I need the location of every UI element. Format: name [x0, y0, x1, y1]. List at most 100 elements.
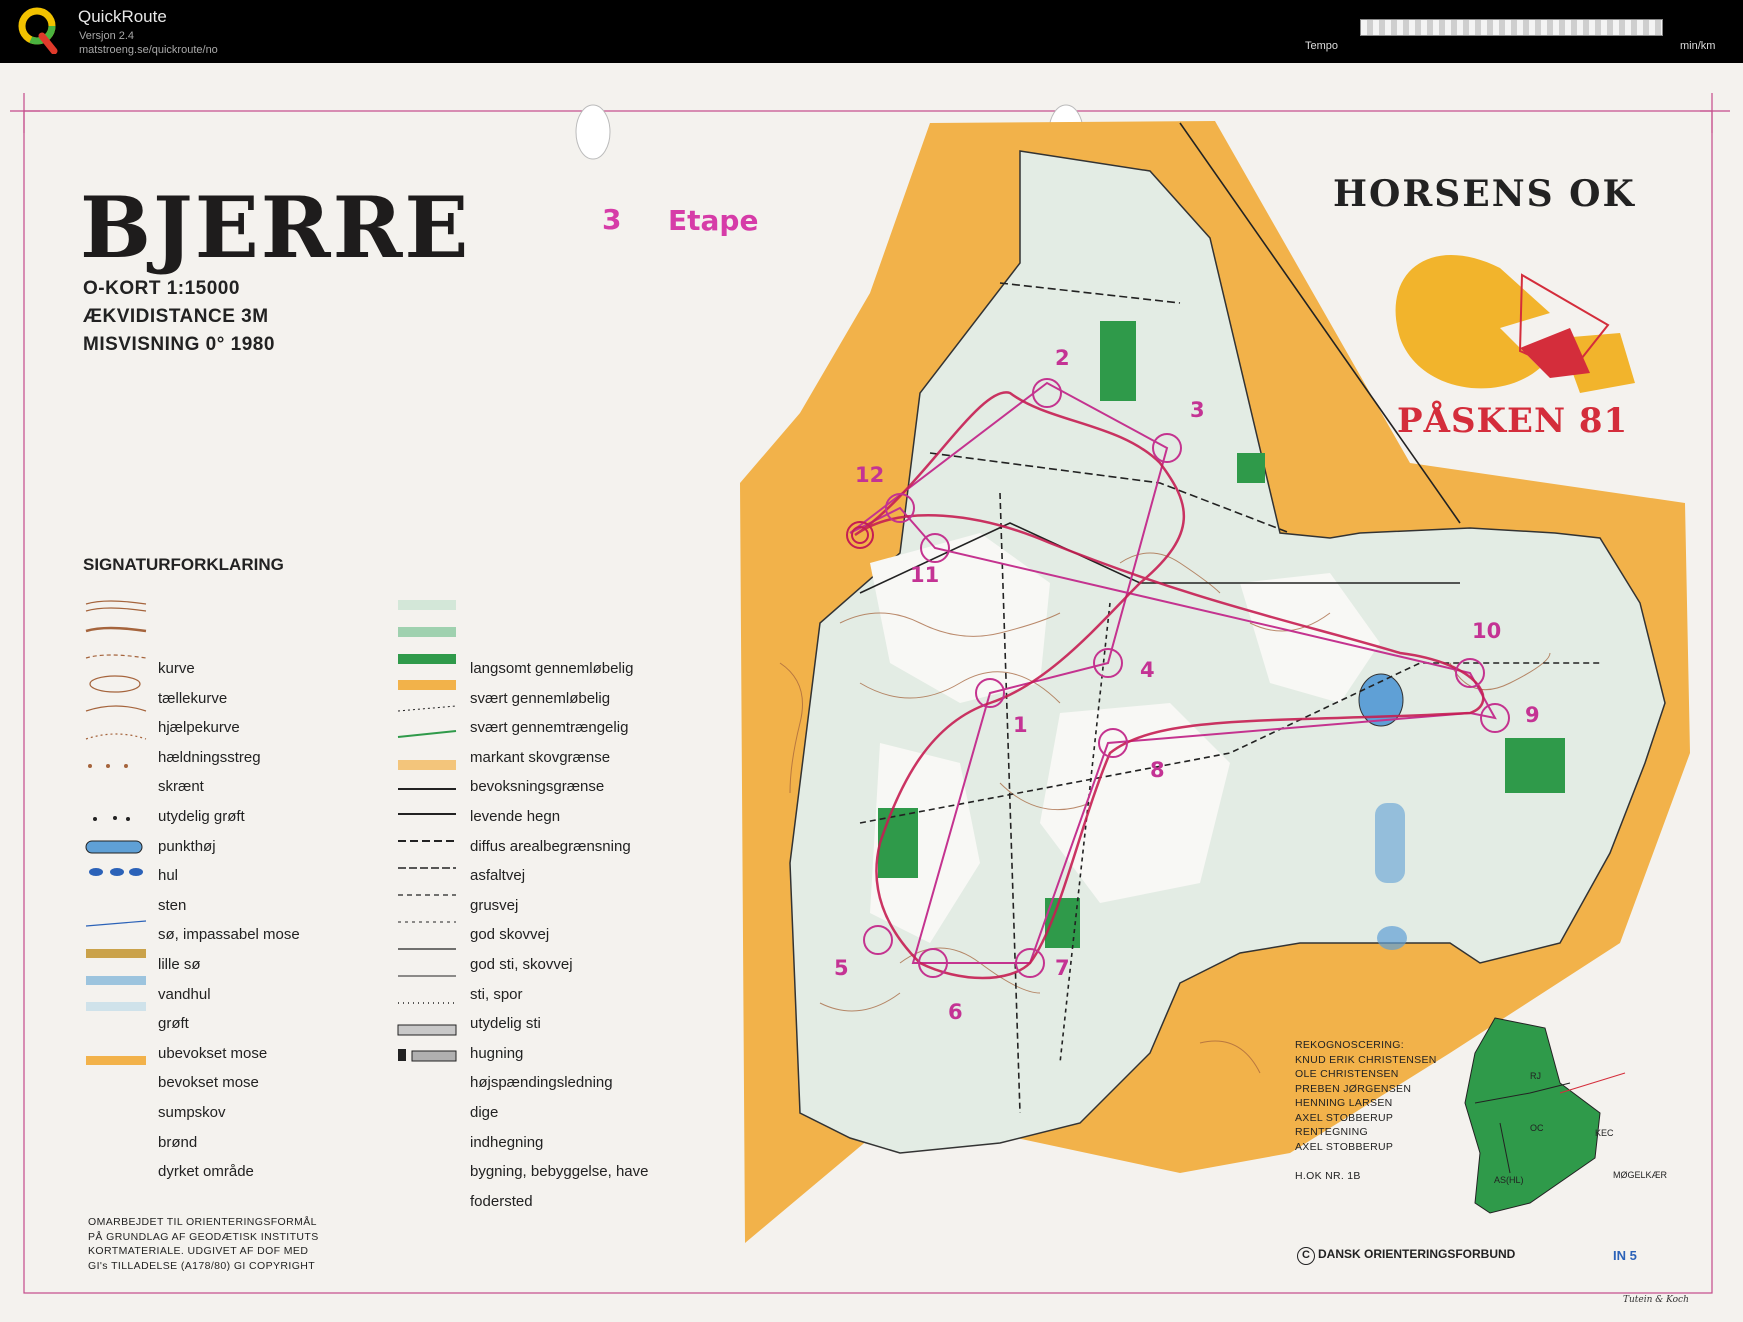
map-credits: REKOGNOSCERING: KNUD ERIK CHRISTENSEN OLE …: [1295, 1038, 1437, 1183]
legend-item: grøft: [158, 1015, 189, 1033]
credit-line: [1295, 1154, 1437, 1169]
app-url[interactable]: matstroeng.se/quickroute/no: [79, 44, 218, 56]
legend-item: god sti, skovvej: [470, 956, 573, 973]
legend-item: svært gennemtrængelig: [470, 719, 629, 737]
pace-scale-unit: min/km: [1680, 40, 1716, 52]
pace-scale-label: Tempo: [1305, 40, 1339, 52]
copyright-icon: C: [1297, 1247, 1315, 1265]
legend-item: sti, spor: [470, 985, 523, 1003]
stage-label: Etape: [668, 204, 759, 237]
credit-line: REKOGNOSCERING:: [1295, 1039, 1404, 1051]
map-scale: O-KORT 1:15000: [83, 278, 240, 299]
legend-item: punkthøj: [158, 837, 216, 855]
credit-line: PREBEN JØRGENSEN: [1295, 1082, 1412, 1095]
green-area: [1100, 321, 1136, 401]
sheet-code: IN 5: [1613, 1248, 1637, 1263]
control-number: 5: [834, 956, 849, 980]
legend-item: skrænt: [158, 778, 204, 796]
legend-item: kurve: [158, 660, 195, 677]
map-footnote: OMARBEJDET TIL ORIENTERINGSFORMÅL PÅ GRU…: [88, 1215, 319, 1273]
control-number: 6: [948, 1000, 963, 1024]
credit-line: RENTEGNING: [1295, 1126, 1369, 1138]
app-name: QuickRoute: [78, 7, 167, 26]
legend-item: højspændingsledning: [470, 1074, 613, 1092]
club-name: HORSENS OK: [1333, 173, 1636, 215]
credit-line: HENNING LARSEN: [1295, 1097, 1393, 1109]
legend-item: dige: [470, 1104, 499, 1121]
legend-item: utydelig sti: [470, 1015, 541, 1033]
legend-item: markant skovgrænse: [470, 748, 611, 766]
legend-item: svært gennemløbelig: [470, 689, 611, 707]
inset-label: OC: [1530, 1123, 1544, 1133]
credit-line: AXEL STOBBERUP: [1295, 1140, 1394, 1153]
orienteering-map[interactable]: BJERRE 3 Etape O-KORT 1:15000 ÆKVIDISTAN…: [0, 63, 1743, 1322]
map-title: BJERRE: [80, 178, 471, 277]
legend-item: bevokset mose: [158, 1074, 259, 1092]
legend-item: hjælpekurve: [158, 719, 240, 737]
control-number: 8: [1150, 758, 1165, 782]
small-lake: [1377, 926, 1407, 950]
footnote-line: KORTMATERIALE. UDGIVET AF DOF MED: [88, 1245, 309, 1257]
legend-item: brønd: [158, 1133, 198, 1151]
copyright: C DANSK ORIENTERINGSFORBUND: [1297, 1247, 1515, 1265]
app-header: QuickRoute Versjon 2.4 matstroeng.se/qui…: [0, 0, 1743, 63]
legend-item: ubevokset mose: [158, 1044, 268, 1062]
app-version: Versjon 2.4: [79, 30, 135, 42]
inset-label: AS(HL): [1494, 1175, 1524, 1185]
marsh: [1375, 803, 1405, 883]
control-number: 4: [1140, 658, 1155, 682]
control-number: 10: [1472, 619, 1502, 643]
copyright-text: DANSK ORIENTERINGSFORBUND: [1318, 1247, 1516, 1261]
footnote-line: GI's TILLADELSE (A178/80) GI COPYRIGHT: [88, 1259, 316, 1272]
declination: MISVISNING 0° 1980: [83, 334, 275, 355]
legend-item: langsomt gennemløbelig: [470, 660, 634, 677]
control-number: 1: [1013, 713, 1028, 737]
inset-label: KEC: [1595, 1128, 1614, 1138]
inset-label: MØGELKÆR: [1613, 1170, 1668, 1180]
credit-line: H.OK NR. 1B: [1295, 1169, 1361, 1182]
footnote-line: PÅ GRUNDLAG AF GEODÆTISK INSTITUTS: [88, 1230, 319, 1243]
stage-number: 3: [602, 203, 622, 236]
credit-line: AXEL STOBBERUP: [1295, 1111, 1394, 1124]
punch-hole: [575, 104, 611, 160]
credit-line: OLE CHRISTENSEN: [1295, 1068, 1399, 1080]
registration-marks: [10, 93, 1730, 133]
event-name: PÅSKEN 81: [1397, 401, 1629, 441]
legend-item: fodersted: [470, 1192, 533, 1210]
legend-swatches: [85, 600, 457, 1065]
legend-item: dyrket område: [158, 1163, 254, 1181]
legend-item: indhegning: [470, 1133, 544, 1151]
legend-item: diffus arealbegrænsning: [470, 837, 631, 855]
legend-item: bygning, bebyggelse, have: [470, 1163, 649, 1181]
legend-item: sø, impassabel mose: [158, 926, 300, 944]
pace-color-scale: [1360, 19, 1663, 36]
legend-item: hugning: [470, 1044, 524, 1062]
legend-item: grusvej: [470, 896, 519, 914]
legend-item: bevoksningsgrænse: [470, 778, 605, 796]
legend-item: levende hegn: [470, 808, 561, 825]
legend-item: lille sø: [158, 956, 201, 973]
control-number: 12: [855, 463, 885, 487]
credit-line: KNUD ERIK CHRISTENSEN: [1295, 1053, 1437, 1066]
legend-item: asfaltvej: [470, 867, 526, 885]
footnote-line: OMARBEJDET TIL ORIENTERINGSFORMÅL: [88, 1216, 317, 1228]
green-area: [1505, 738, 1565, 793]
inset-map: [1464, 1017, 1626, 1214]
control-number: 2: [1055, 346, 1070, 370]
control-number: 11: [910, 563, 940, 587]
legend-item: vandhul: [158, 985, 211, 1003]
green-area: [1237, 453, 1265, 483]
pasken-logo: [1395, 255, 1635, 393]
legend-item: sten: [158, 896, 187, 914]
control-number: 3: [1190, 398, 1205, 422]
inset-label: RJ: [1530, 1071, 1541, 1081]
legend-item: hul: [158, 867, 179, 885]
printer-mark: Tutein & Koch: [1623, 1295, 1689, 1305]
contour-interval: ÆKVIDISTANCE 3M: [83, 306, 269, 327]
legend-item: tællekurve: [158, 689, 228, 707]
legend-item: hældningsstreg: [158, 748, 261, 766]
legend-item: sumpskov: [158, 1104, 226, 1121]
quickroute-logo-icon: [18, 7, 58, 54]
control-number: 9: [1525, 703, 1540, 727]
legend-title: SIGNATURFORKLARING: [83, 555, 284, 574]
